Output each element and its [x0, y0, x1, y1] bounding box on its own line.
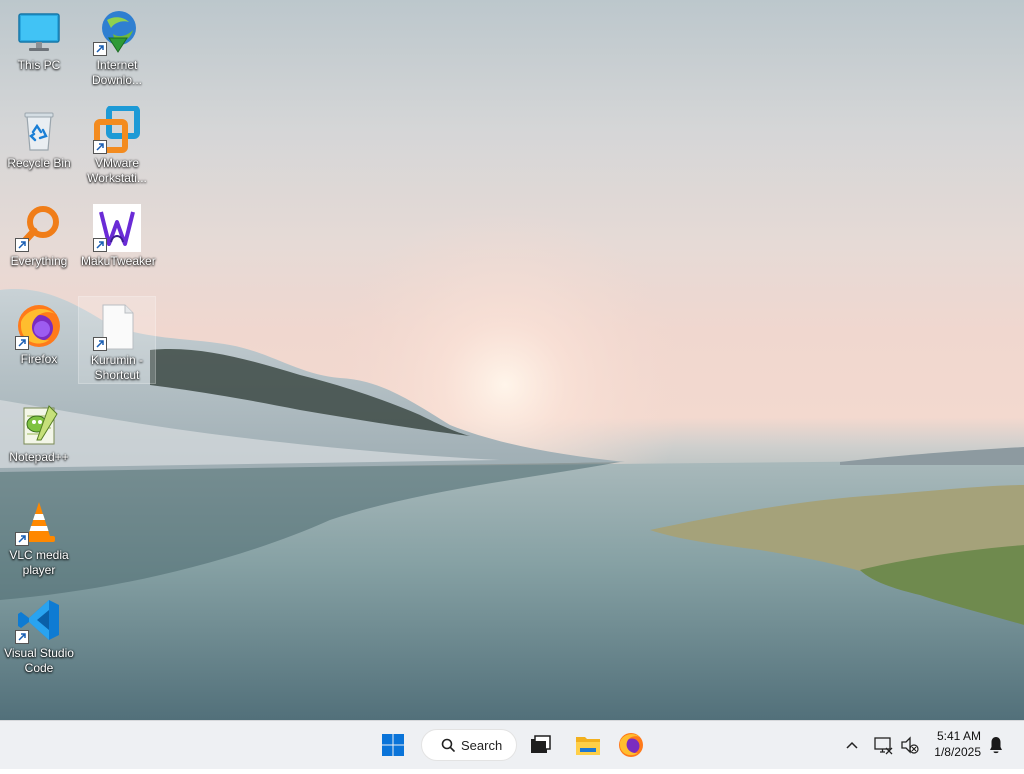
desktop-icon-vscode[interactable]: Visual Studio Code: [1, 590, 77, 676]
desktop-icon-everything[interactable]: Everything: [1, 198, 77, 269]
bell-icon: [990, 737, 1002, 754]
shortcut-arrow-icon: [93, 238, 107, 252]
vmware-icon: [93, 105, 141, 154]
internet-download-manager-icon: [93, 8, 141, 56]
desktop-icon-this-pc[interactable]: This PC: [1, 2, 77, 73]
monitor-icon: [15, 8, 63, 56]
desktop-icon-notepadpp[interactable]: Notepad++: [1, 394, 77, 465]
shortcut-arrow-icon: [93, 42, 107, 56]
chevron-up-icon: [846, 741, 858, 749]
blank-file-icon: [93, 303, 141, 351]
search-label: Search: [461, 738, 503, 753]
desktop-icon-firefox[interactable]: Firefox: [1, 296, 77, 367]
desktop-icon-kurumin-shortcut[interactable]: Kurumin - Shortcut: [78, 296, 156, 384]
firefox-icon: [619, 733, 643, 757]
shortcut-arrow-icon: [93, 337, 107, 351]
desktop-icon-label: Internet Downlo...: [91, 58, 143, 87]
shortcut-arrow-icon: [15, 630, 29, 644]
vscode-icon: [15, 596, 63, 644]
search-icon: [441, 738, 455, 752]
network-disconnected-icon: [874, 737, 893, 755]
vlc-cone-icon: [15, 498, 63, 546]
desktop-icon-label: Visual Studio Code: [4, 646, 74, 675]
desktop-icon-label: Notepad++: [9, 450, 69, 464]
show-hidden-icons-button[interactable]: [842, 721, 862, 769]
desktop-icon-internet-download-manager[interactable]: Internet Downlo...: [79, 2, 155, 88]
firefox-taskbar-button[interactable]: [613, 727, 649, 763]
file-explorer-button[interactable]: [570, 727, 606, 763]
desktop-icon-vmware[interactable]: VMware Workstati...: [79, 100, 155, 186]
notifications-button[interactable]: [986, 721, 1006, 769]
desktop-icon-vlc[interactable]: VLC media player: [1, 492, 77, 578]
desktop-icon-label: This PC: [17, 58, 61, 72]
search-box[interactable]: Search: [421, 729, 517, 761]
windows-logo-icon: [382, 734, 404, 756]
task-view-icon: [531, 735, 551, 753]
desktop-icon-label: VLC media player: [9, 548, 69, 577]
notepadpp-icon: [15, 400, 63, 448]
desktop-icon-recycle-bin[interactable]: Recycle Bin: [1, 100, 77, 171]
desktop-icon-label: Everything: [10, 254, 68, 268]
shortcut-arrow-icon: [15, 532, 29, 546]
shortcut-arrow-icon: [93, 140, 107, 154]
desktop-icon-label: Kurumin - Shortcut: [90, 353, 143, 382]
desktop-icon-label: Firefox: [20, 352, 58, 366]
desktop[interactable]: This PC Recycle Bin Everything Firefox N…: [0, 0, 1024, 720]
shortcut-arrow-icon: [15, 336, 29, 350]
clock-button[interactable]: 5:41 AM 1/8/2025: [934, 728, 981, 760]
recycle-bin-icon: [15, 106, 63, 154]
desktop-icon-label: Recycle Bin: [7, 156, 71, 170]
shortcut-arrow-icon: [15, 238, 29, 252]
folder-icon: [576, 737, 600, 755]
speaker-muted-icon: [901, 736, 919, 754]
desktop-icon-label: MakuTweaker: [81, 254, 156, 268]
task-view-button[interactable]: [522, 727, 558, 763]
makutweaker-icon: [93, 204, 141, 252]
desktop-icon-makutweaker[interactable]: MakuTweaker: [79, 198, 156, 269]
volume-button[interactable]: [899, 721, 921, 769]
firefox-icon: [15, 302, 63, 350]
taskbar: Search 5:41 AM 1/8/2025: [0, 720, 1024, 769]
network-status-button[interactable]: [872, 721, 894, 769]
desktop-icon-label: VMware Workstati...: [87, 156, 147, 185]
clock-date: 1/8/2025: [934, 745, 981, 759]
clock-time: 5:41 AM: [936, 729, 981, 743]
magnifier-icon: [15, 204, 63, 252]
start-button[interactable]: [375, 727, 411, 763]
